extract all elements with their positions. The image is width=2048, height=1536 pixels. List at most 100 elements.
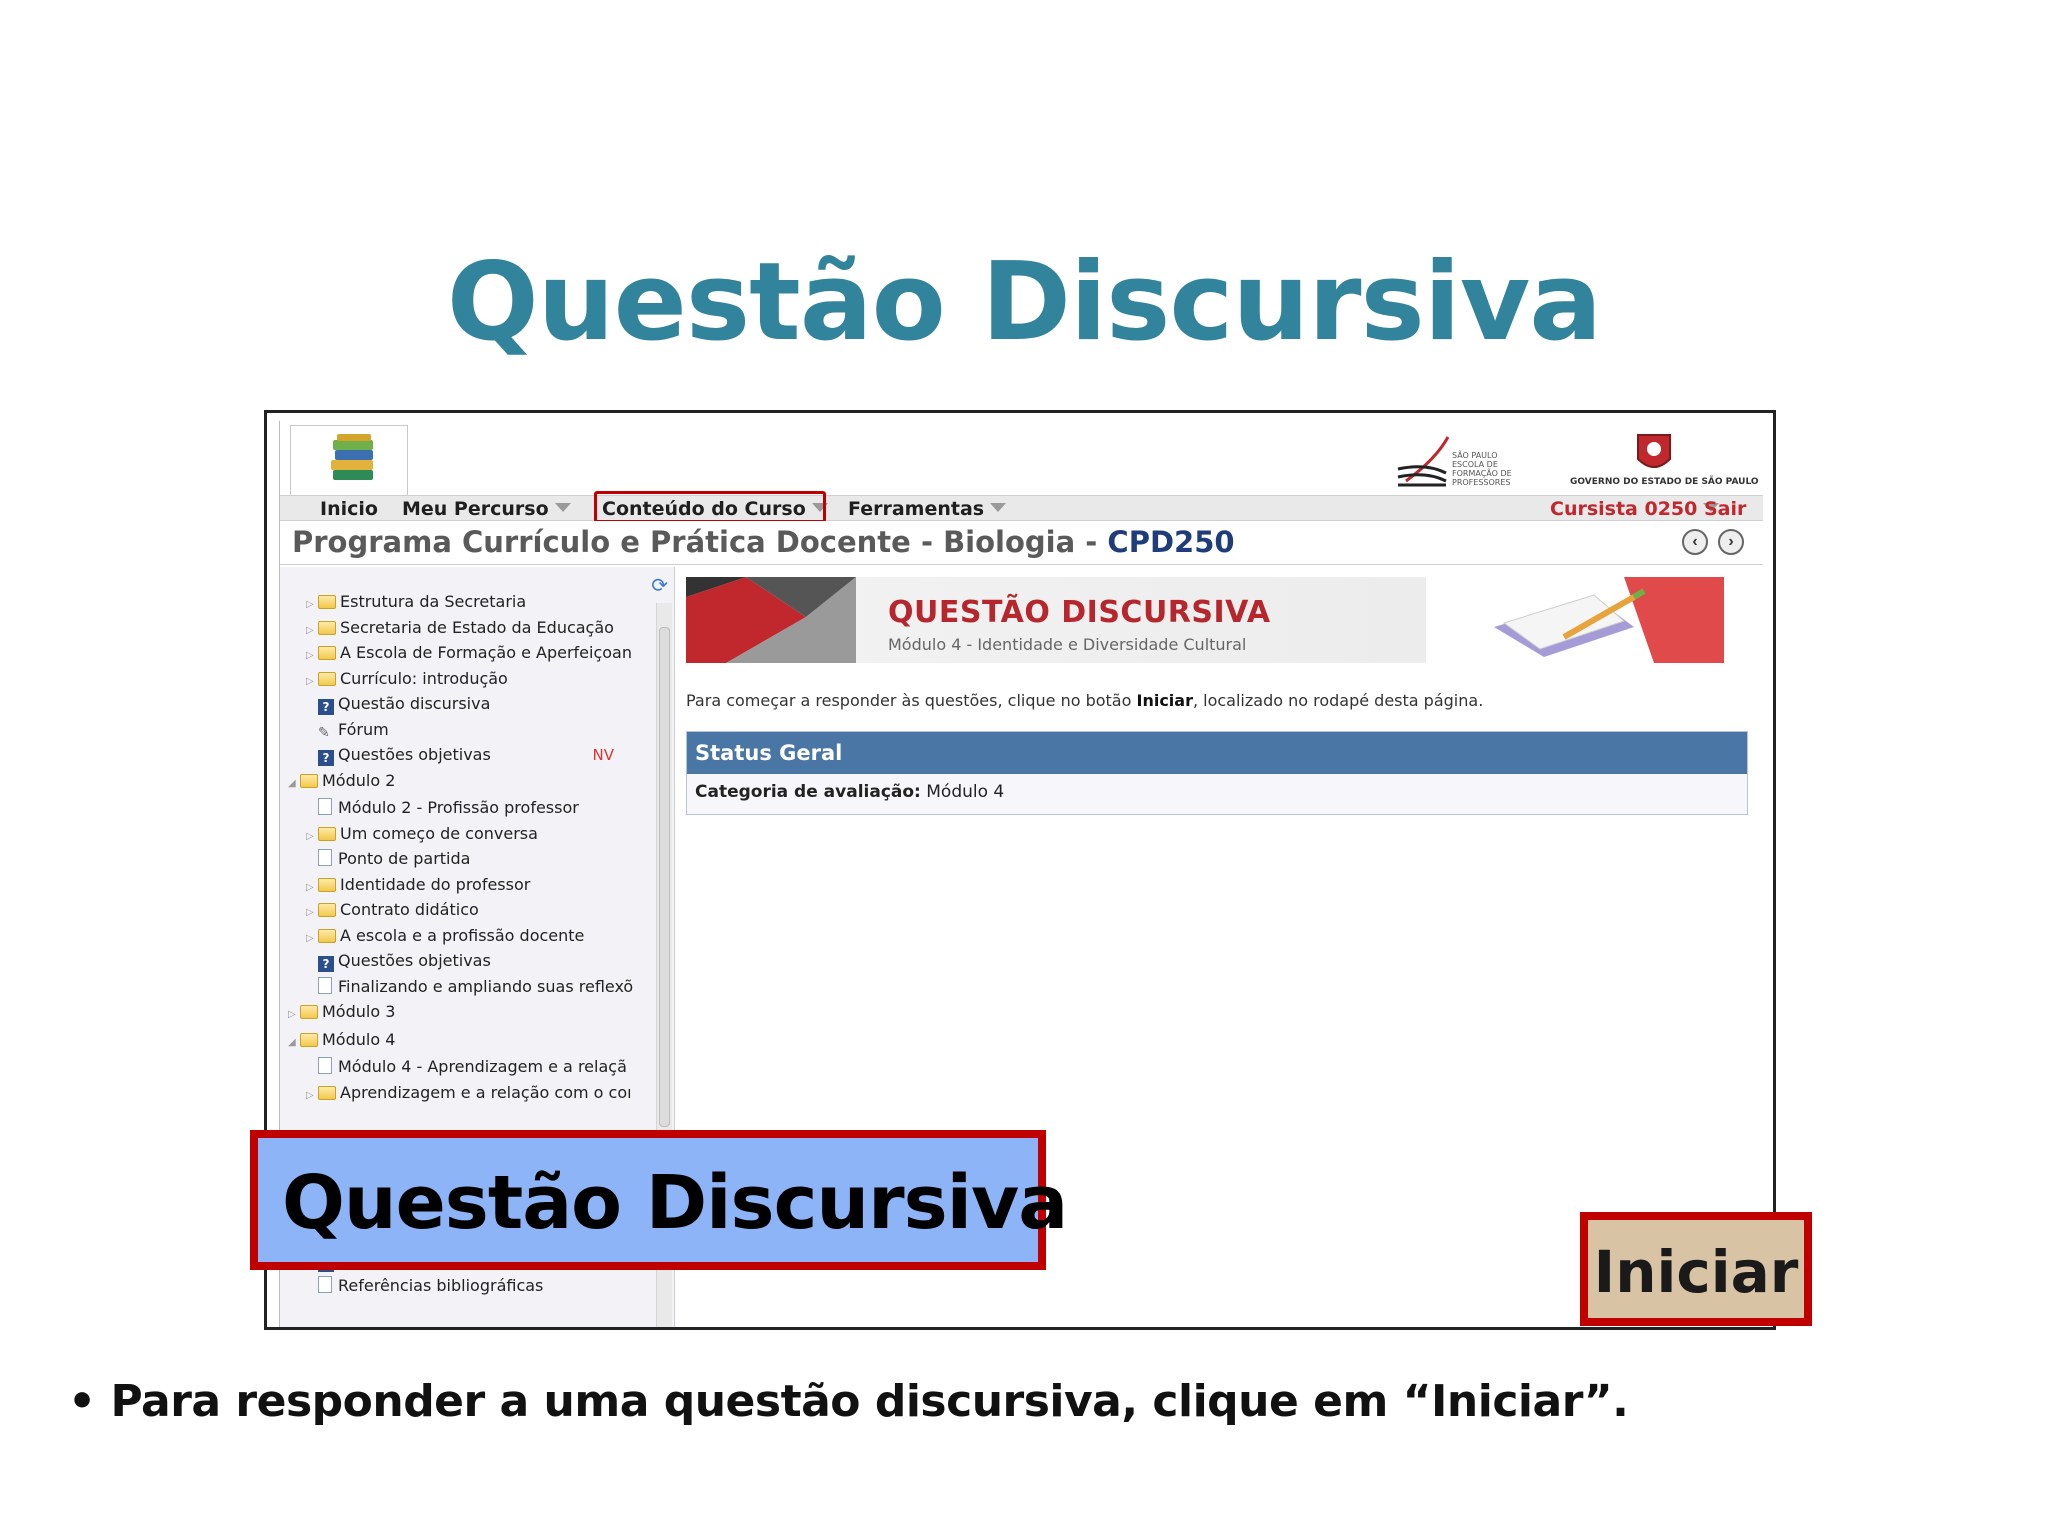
collapsed-arrow-icon[interactable]: ▷: [306, 671, 318, 690]
tree-item-label: Módulo 4 - Aprendizagem e a relaçã: [338, 1057, 627, 1076]
collapsed-arrow-icon[interactable]: ▷: [306, 594, 318, 613]
collapsed-arrow-icon[interactable]: ▷: [306, 928, 318, 947]
user-name: Cursista 0250: [1550, 498, 1698, 520]
folder-icon: [300, 1005, 318, 1019]
tree-item[interactable]: ▷ Módulo 3: [288, 1001, 640, 1023]
tree-item[interactable]: ▷ Aprendizagem e a relação com o coı: [306, 1082, 640, 1104]
category-row: Categoria de avaliação: Módulo 4: [695, 782, 1004, 802]
tree-item[interactable]: ▷ Currículo: introdução: [306, 668, 640, 690]
tree-item-label: Identidade do professor: [340, 874, 531, 894]
next-icon[interactable]: ›: [1718, 529, 1744, 555]
tree-item-label: Referências bibliográficas: [338, 1276, 544, 1295]
collapsed-arrow-icon[interactable]: ▷: [288, 1004, 300, 1023]
expanded-arrow-icon[interactable]: ◢: [288, 1032, 300, 1051]
tree-item[interactable]: ▷ Secretaria de Estado da Educação: [306, 617, 640, 639]
collapsed-arrow-icon[interactable]: ▷: [306, 826, 318, 845]
tree-item[interactable]: ▷ A Escola de Formação e Aperfeiçoan: [306, 642, 640, 664]
tree-item-label: Contrato didático: [340, 900, 479, 919]
collapsed-arrow-icon[interactable]: ▷: [306, 645, 318, 664]
tree-item[interactable]: ? Questão discursiva: [306, 693, 640, 715]
collapsed-arrow-icon[interactable]: ▷: [306, 877, 318, 896]
tree-item[interactable]: ▷ Identidade do professor: [306, 874, 640, 896]
banner-graphic: [686, 577, 856, 663]
intro-text-start: Para começar a responder às questões, cl…: [686, 691, 1137, 710]
tree-item-label: Módulo 4: [322, 1029, 396, 1049]
program-title: Programa Currículo e Prática Docente - B…: [292, 525, 1235, 559]
tree-item-label: Ponto de partida: [338, 849, 471, 868]
tree-item-label: A Escola de Formação e Aperfeiçoan: [340, 643, 632, 662]
forum-icon: ✎: [318, 724, 330, 741]
tree-item[interactable]: ◢ Módulo 2: [288, 770, 640, 792]
menu-meu-percurso-label: Meu Percurso: [402, 498, 549, 520]
quiz-icon: ?: [318, 750, 334, 766]
tree-item[interactable]: ? Questões objetivas NV: [306, 744, 640, 766]
tree-item-label: Currículo: introdução: [340, 668, 508, 688]
folder-icon: [318, 646, 336, 660]
tree-item[interactable]: Finalizando e ampliando suas reflexõ: [306, 976, 640, 998]
tree-item[interactable]: ◢ Módulo 4: [288, 1029, 640, 1051]
scrollbar-thumb[interactable]: [659, 627, 670, 1127]
menu-ferramentas[interactable]: Ferramentas: [848, 498, 1007, 520]
tree-item-label: Questões objetivas: [338, 951, 491, 970]
expanded-arrow-icon[interactable]: ◢: [288, 773, 300, 792]
menu-bar: Inicio Meu Percurso Conteúdo do Curso Fe…: [280, 495, 1763, 521]
tree-item[interactable]: Módulo 4 - Aprendizagem e a relaçã: [306, 1056, 640, 1078]
quiz-icon: ?: [318, 699, 334, 715]
home-tab[interactable]: [290, 425, 408, 499]
books-icon: [331, 434, 373, 480]
chevron-down-icon: [554, 503, 571, 512]
program-name: Programa Currículo e Prática Docente - B…: [292, 525, 1108, 559]
banner-title: QUESTÃO DISCURSIVA: [888, 595, 1271, 630]
tree-item[interactable]: Referências bibliográficas: [306, 1275, 640, 1297]
menu-ferramentas-label: Ferramentas: [848, 498, 985, 520]
highlight-frame-conteudo: [594, 491, 826, 523]
folder-icon: [318, 826, 336, 841]
tree-item[interactable]: ▷ Um começo de conversa: [306, 823, 640, 845]
category-value: Módulo 4: [920, 782, 1005, 802]
tree-item-label: Aprendizagem e a relação com o coı: [340, 1082, 632, 1102]
app-header: SÃO PAULO ESCOLA DE FORMAÇÃO DE PROFESSO…: [280, 421, 1763, 503]
callout-questao-discursiva[interactable]: Questão Discursiva: [250, 1130, 1068, 1270]
menu-inicio[interactable]: Inicio: [320, 498, 378, 520]
collapsed-arrow-icon[interactable]: ▷: [306, 1085, 318, 1104]
menu-meu-percurso[interactable]: Meu Percurso: [402, 498, 571, 520]
document-icon: [318, 1276, 332, 1293]
new-badge: NV: [592, 746, 614, 764]
notebook-pencil-graphic: [1494, 577, 1724, 663]
folder-icon: [318, 903, 336, 917]
folder-icon: [318, 595, 336, 609]
previous-icon[interactable]: ‹: [1682, 529, 1708, 555]
tree-item[interactable]: ▷ A escola e a profissão docente: [306, 925, 640, 947]
iniciar-button[interactable]: Iniciar: [1580, 1212, 1812, 1326]
tree-item[interactable]: Ponto de partida: [306, 848, 640, 870]
refresh-icon[interactable]: ⟳: [651, 573, 668, 598]
tree-item[interactable]: ?Questões objetivas: [306, 950, 640, 972]
category-label: Categoria de avaliação:: [695, 782, 921, 802]
folder-icon: [300, 1032, 318, 1047]
tree-item[interactable]: Módulo 2 - Profissão professor: [306, 797, 640, 819]
tree-item-label: Módulo 3: [322, 1002, 396, 1021]
activity-banner: QUESTÃO DISCURSIVA Módulo 4 - Identidade…: [686, 577, 1426, 663]
tree-item-label: Módulo 2: [322, 770, 396, 790]
logout-link[interactable]: Sair: [1704, 498, 1746, 520]
document-icon: [318, 976, 332, 994]
folder-icon: [318, 1085, 336, 1100]
collapsed-arrow-icon[interactable]: ▷: [306, 902, 318, 921]
tree-item[interactable]: ▷ Estrutura da Secretaria: [306, 591, 640, 613]
callout-questao-label: Questão Discursiva: [282, 1160, 1068, 1246]
folder-icon: [300, 773, 318, 788]
tree-item-label: Finalizando e ampliando suas reflexõ: [338, 976, 634, 996]
tree-item-label: Estrutura da Secretaria: [340, 592, 527, 611]
status-title: Status Geral: [687, 732, 1747, 774]
folder-icon: [318, 877, 336, 892]
tree-item[interactable]: ▷ Contrato didático: [306, 899, 640, 921]
intro-text: Para começar a responder às questões, cl…: [686, 691, 1483, 710]
instruction-bullet: • Para responder a uma questão discursiv…: [68, 1376, 1629, 1427]
folder-icon: [318, 671, 336, 686]
folder-icon: [318, 928, 336, 943]
tree-item[interactable]: ✎ Fórum: [306, 719, 640, 741]
user-menu[interactable]: Cursista 0250: [1550, 498, 1720, 520]
banner-subtitle: Módulo 4 - Identidade e Diversidade Cult…: [888, 635, 1247, 654]
collapsed-arrow-icon[interactable]: ▷: [306, 620, 318, 639]
document-icon: [318, 849, 332, 866]
